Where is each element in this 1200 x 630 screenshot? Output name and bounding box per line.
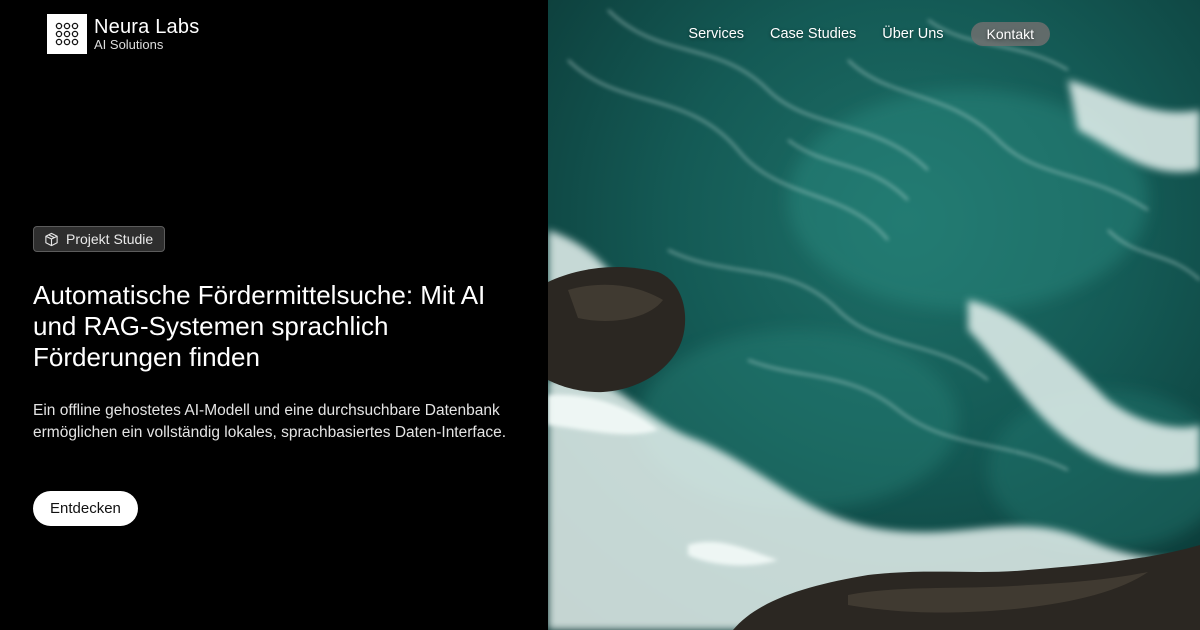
contact-button[interactable]: Kontakt: [970, 22, 1050, 46]
brand-tagline: AI Solutions: [94, 37, 164, 52]
nav-item-case-studies[interactable]: Case Studies: [770, 26, 856, 42]
brand-name: Neura Labs: [94, 16, 200, 38]
cube-icon: [45, 232, 58, 246]
ocean-aerial-image: [548, 0, 1200, 630]
hero-left-panel: Neura Labs AI Solutions Projekt Studie A…: [0, 0, 548, 630]
project-badge: Projekt Studie: [33, 226, 166, 252]
hero-lead: Ein offline gehostetes AI-Modell und ein…: [33, 402, 506, 441]
discover-button[interactable]: Entdecken: [33, 491, 138, 526]
nav-item-services[interactable]: Services: [688, 26, 744, 42]
hero-headline: Automatische Fördermittelsuche: Mit AI u…: [33, 280, 486, 372]
nav-item-about-us[interactable]: Über Uns: [882, 26, 943, 42]
badge-label: Projekt Studie: [66, 231, 154, 247]
hexagon-grid-logo-icon: [47, 14, 87, 54]
brand-logo[interactable]: Neura Labs AI Solutions: [47, 14, 199, 54]
main-navigation: Services Case Studies Über Uns Kontakt: [662, 22, 1050, 46]
